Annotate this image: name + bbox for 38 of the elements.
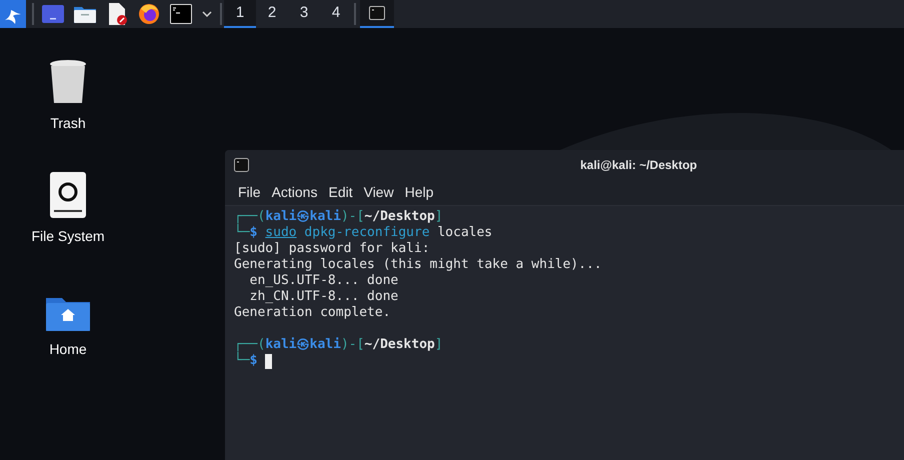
menu-item[interactable]: File — [233, 182, 266, 203]
desktop-icon-label[interactable]: Trash — [50, 113, 86, 134]
app-menu-button[interactable] — [0, 0, 26, 28]
terminal-task-button[interactable] — [360, 0, 394, 28]
terminal-line: └─$ — [234, 353, 258, 369]
terminal-line: en_US.UTF-8... done — [248, 273, 398, 289]
terminal-line: Generation complete. — [234, 305, 391, 321]
chevron-down-icon — [202, 11, 212, 17]
browser-icon — [138, 3, 160, 25]
workspace-button[interactable]: 4 — [320, 0, 352, 28]
text-cursor — [265, 354, 272, 368]
browser-launcher[interactable] — [136, 1, 162, 27]
trash-icon — [48, 59, 88, 105]
terminal-launcher[interactable] — [168, 1, 194, 27]
menu-item[interactable]: Actions — [266, 182, 322, 203]
terminal-line: ┌──(kali㉿kali)-[~/Desktop] — [234, 337, 443, 352]
terminal-icon — [369, 6, 385, 20]
terminal-line: [sudo] password for kali: — [234, 241, 430, 257]
terminal-line: Generating locales (this might take a while)... — [234, 257, 602, 273]
terminal-line: ┌──(kali㉿kali)-[~/Desktop] — [234, 209, 443, 224]
desktop-icon-label[interactable]: Home — [49, 339, 87, 360]
workspace-button[interactable]: 2 — [256, 0, 288, 28]
workspace-button[interactable]: 3 — [288, 0, 320, 28]
menu-item[interactable]: View — [358, 182, 399, 203]
terminal-line: └─$ sudo dpkg-reconfigure locales — [234, 225, 492, 241]
terminal-icon — [234, 158, 249, 172]
desktop-icon — [42, 5, 64, 23]
menu-item[interactable]: Help — [400, 182, 438, 203]
desktop-icon-label[interactable]: File System — [31, 226, 105, 247]
terminal-line: zh_CN.UTF-8... done — [248, 289, 398, 305]
drive-icon — [50, 172, 86, 218]
menu-item[interactable]: Edit — [323, 182, 358, 203]
folder-icon — [74, 5, 96, 23]
window-title: kali@kali: ~/Desktop — [580, 157, 697, 174]
document-icon — [107, 3, 127, 25]
terminal-icon — [170, 4, 192, 24]
workspace-button[interactable]: 1 — [224, 0, 256, 28]
home-folder-icon — [46, 295, 90, 331]
